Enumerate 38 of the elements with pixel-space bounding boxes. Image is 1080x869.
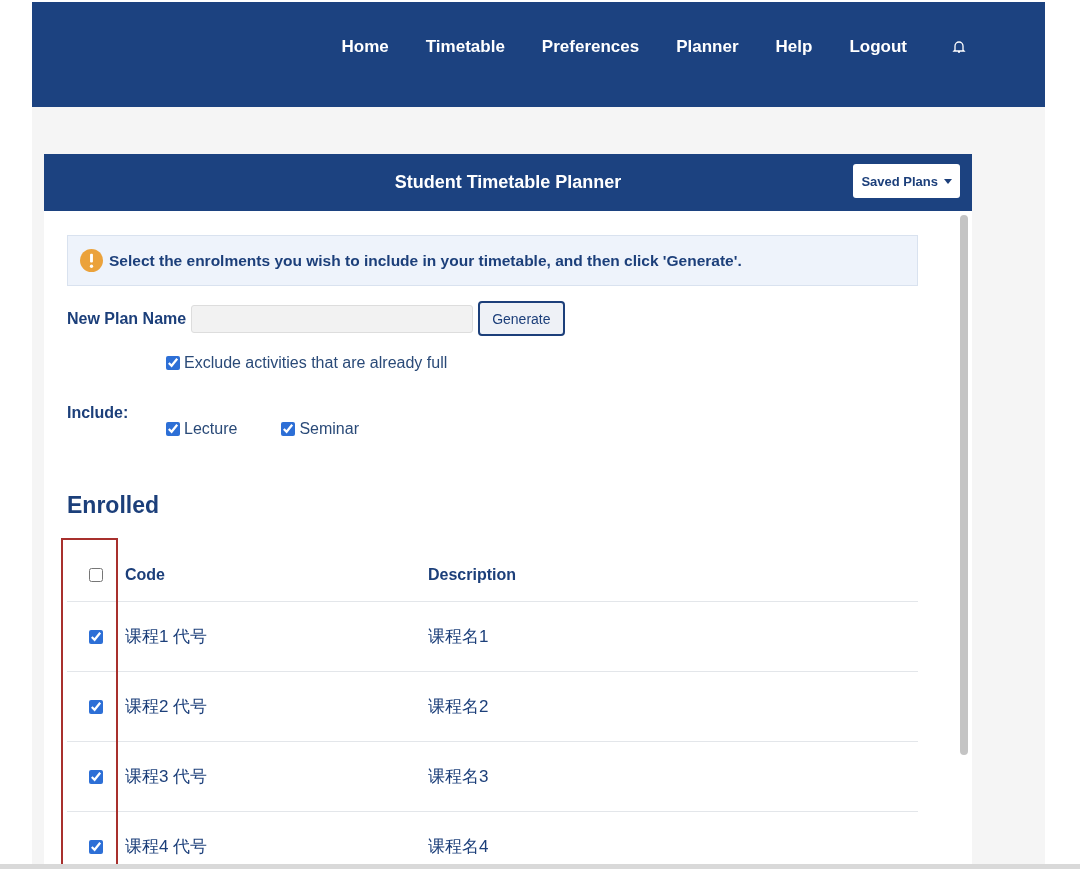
saved-plans-dropdown[interactable]: Saved Plans [853,164,960,198]
table-cell-text: 课程2 代号 [125,696,209,718]
checkbox-label: Exclude activities that are already full [184,354,448,372]
table-cell-text: 课程4 代号 [125,836,209,858]
bell-icon[interactable] [952,40,966,54]
nav-link[interactable]: Timetable [425,37,505,57]
table-cell-text: 课程1 代号 [125,626,209,648]
include-label: Include: [67,403,130,423]
nav-link[interactable]: Help [775,37,813,57]
row-checkbox[interactable] [89,769,103,784]
table-cell-text: 课程名3 [428,766,489,788]
section-heading: Enrolled [67,492,160,519]
nav-link[interactable]: Planner [676,37,739,57]
plan-name-field[interactable] [191,304,474,333]
table-cell-text: 课程3 代号 [125,766,209,788]
checkbox-label: Seminar [299,420,359,438]
nav-link[interactable]: Preferences [541,37,640,57]
table-cell-text: 课程名1 [428,626,489,648]
row-checkbox[interactable] [89,629,103,644]
panel-title: Student Timetable Planner [394,172,622,193]
checkbox[interactable] [281,422,296,436]
table-cell-text: 课程名2 [428,696,489,718]
nav-link[interactable]: Home [341,37,389,57]
row-checkbox[interactable] [89,839,103,854]
checkbox-label: Lecture [184,420,238,438]
select-all-checkbox[interactable] [89,568,103,582]
caret-icon [944,178,952,184]
plan-name-label: New Plan Name [67,309,187,328]
checkbox[interactable] [166,422,180,436]
row-checkbox[interactable] [89,699,103,714]
column-header: Description [428,566,516,584]
warning-icon [80,249,103,272]
generate-button[interactable]: Generate [478,301,565,336]
nav-link[interactable]: Logout [849,37,907,57]
column-header: Code [125,566,166,584]
table-cell-text: 课程名4 [428,836,489,858]
notice-text: Select the enrolments you wish to include in your timetable, and then click 'Generate'. [109,251,742,270]
checkbox[interactable] [166,356,180,370]
